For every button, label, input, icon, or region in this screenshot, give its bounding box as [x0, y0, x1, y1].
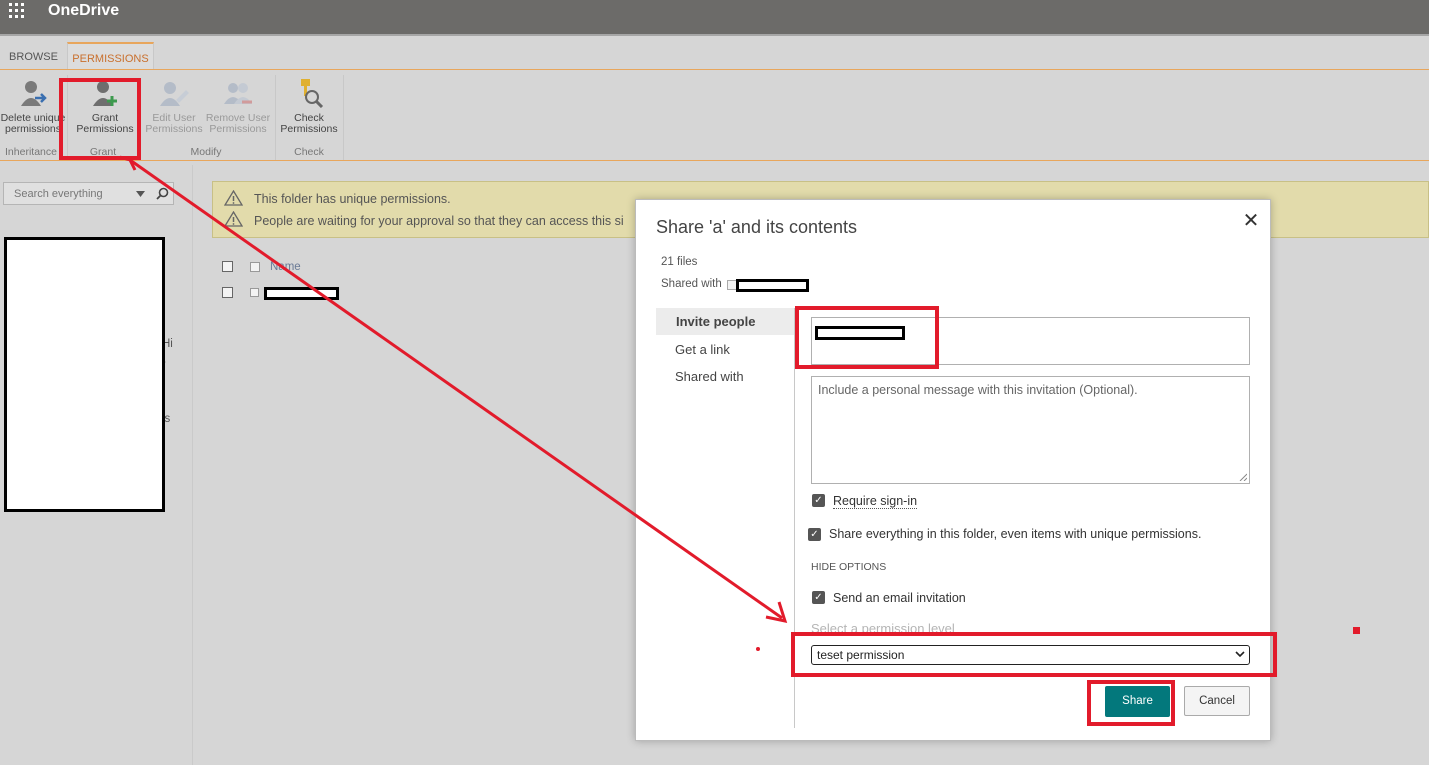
share-button[interactable]: Share — [1105, 686, 1170, 717]
redacted-shared-users[interactable] — [736, 279, 809, 292]
pending-approval-notice[interactable]: People are waiting for your approval so … — [254, 214, 624, 228]
annotation-dot — [1353, 627, 1360, 634]
type-column-icon — [250, 262, 260, 272]
redacted-item-name[interactable] — [264, 287, 339, 300]
share-everything-label: Share everything in this folder, even it… — [829, 527, 1202, 541]
warning-icon — [224, 190, 243, 206]
annotation-dot — [756, 647, 760, 651]
grant-permissions-icon — [93, 81, 117, 106]
unique-permissions-notice: This folder has unique permissions. — [254, 192, 451, 206]
dialog-nav-divider — [794, 308, 795, 728]
require-signin-checkbox[interactable]: ✓ — [812, 494, 825, 507]
nav-get-a-link[interactable]: Get a link — [675, 342, 730, 357]
check-label-2: Permissions — [280, 123, 338, 135]
message-placeholder: Include a personal message with this inv… — [818, 383, 1138, 397]
edit-label-2: Permissions — [145, 123, 203, 135]
redacted-quick-launch — [4, 237, 165, 512]
tab-permissions[interactable]: PERMISSIONS — [67, 42, 154, 70]
nav-shared-with[interactable]: Shared with — [675, 369, 744, 384]
remove-permissions-icon — [224, 83, 252, 104]
ribbon-separator — [275, 75, 276, 160]
ribbon-separator — [343, 75, 344, 160]
require-signin-label[interactable]: Require sign-in — [833, 494, 918, 509]
ribbon-separator — [67, 75, 68, 160]
app-title[interactable]: OneDrive — [48, 2, 119, 20]
search-icon[interactable] — [156, 187, 169, 200]
resize-handle-icon[interactable] — [1239, 473, 1247, 481]
grant-permissions-button[interactable]: Grant Permissions — [72, 78, 138, 135]
close-icon[interactable]: ✕ — [1239, 209, 1263, 233]
group-inheritance: Inheritance — [5, 146, 57, 158]
invite-people-input[interactable] — [811, 317, 1250, 365]
row-checkbox[interactable] — [222, 287, 233, 298]
app-launcher-icon[interactable] — [9, 3, 25, 19]
dialog-title: Share 'a' and its contents — [656, 217, 857, 237]
search-box[interactable]: Search everything — [3, 182, 174, 205]
edit-user-permissions-button[interactable]: Edit User Permissions — [143, 78, 205, 135]
personal-message-textarea[interactable]: Include a personal message with this inv… — [811, 376, 1250, 484]
redacted-invitee — [815, 326, 905, 340]
group-check: Check — [294, 146, 324, 158]
suite-bar — [0, 0, 1429, 36]
send-email-label: Send an email invitation — [833, 591, 966, 605]
delete-unique-permissions-button[interactable]: Delete unique permissions — [0, 78, 66, 135]
chevron-down-icon — [1235, 651, 1245, 658]
grant-label-2: Permissions — [76, 123, 134, 135]
tab-browse[interactable]: BROWSE — [0, 42, 67, 70]
cancel-button[interactable]: Cancel — [1184, 686, 1250, 716]
share-everything-checkbox[interactable]: ✓ — [808, 528, 821, 541]
remove-user-permissions-button[interactable]: Remove User Permissions — [205, 78, 271, 135]
check-permissions-button[interactable]: Check Permissions — [278, 78, 340, 135]
select-all-checkbox[interactable] — [222, 261, 233, 272]
hide-options-link[interactable]: HIDE OPTIONS — [811, 561, 886, 573]
edit-permissions-icon — [160, 82, 189, 106]
nav-invite-people[interactable]: Invite people — [656, 308, 796, 335]
ribbon-divider — [0, 69, 1429, 70]
warning-icon — [224, 211, 243, 227]
check-permissions-icon — [301, 79, 324, 109]
shared-with-label: Shared with — [661, 278, 722, 290]
permission-level-value: teset permission — [817, 648, 905, 662]
folder-icon — [250, 288, 259, 297]
share-dialog: Share 'a' and its contents ✕ 21 files Sh… — [635, 199, 1271, 741]
ribbon-bottom-border — [0, 160, 1429, 161]
search-input[interactable]: Search everything — [14, 188, 103, 200]
permission-level-label: Select a permission level — [811, 621, 955, 636]
group-grant: Grant — [89, 146, 117, 158]
file-count: 21 files — [661, 256, 698, 268]
left-column-divider — [192, 165, 193, 765]
search-scope-chevron-icon[interactable] — [136, 191, 145, 197]
send-email-checkbox[interactable]: ✓ — [812, 591, 825, 604]
group-modify: Modify — [190, 146, 222, 158]
delete-label-2: permissions — [4, 123, 62, 135]
delete-permissions-icon — [21, 81, 47, 106]
remove-label-2: Permissions — [209, 123, 267, 135]
permission-level-select[interactable]: teset permission — [811, 645, 1250, 665]
column-header-name[interactable]: Name — [270, 261, 301, 273]
